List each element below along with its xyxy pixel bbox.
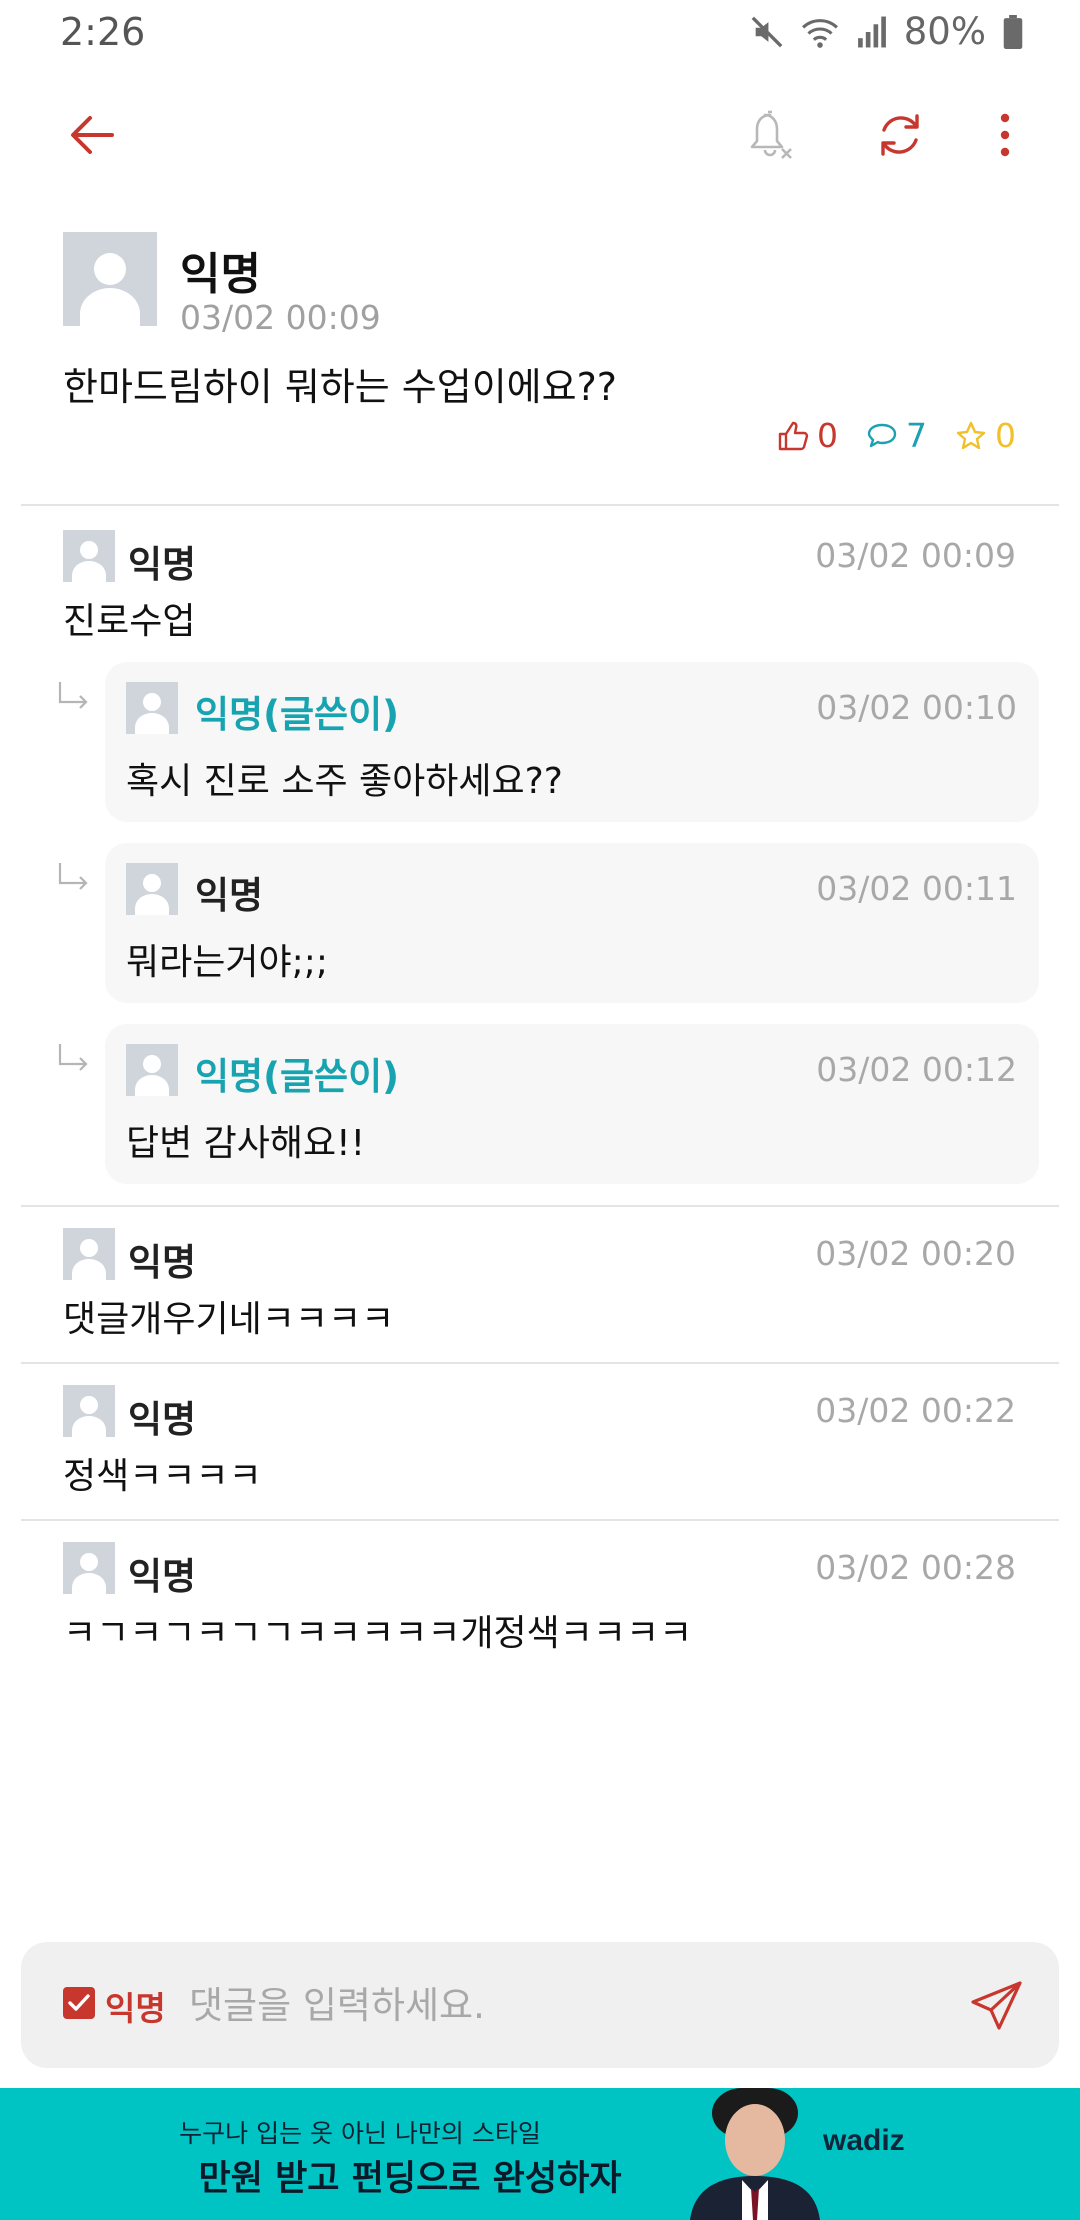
post-body: 한마드림하이 뭐하는 수업이에요??: [63, 365, 617, 409]
avatar: [126, 863, 178, 915]
avatar: [63, 232, 157, 326]
divider: [21, 504, 1059, 506]
comment-input[interactable]: [189, 1972, 949, 2038]
reply-body: 혹시 진로 소주 좋아하세요??: [126, 761, 563, 802]
reply-arrow-icon: [58, 1044, 88, 1071]
app-bar: [0, 80, 1080, 190]
anonymous-label[interactable]: 익명: [105, 1982, 166, 2030]
comment-input-bar: 익명: [21, 1942, 1059, 2068]
comment-date: 03/02 00:22: [815, 1391, 1016, 1430]
like-button[interactable]: 0: [777, 416, 838, 455]
back-button[interactable]: [52, 95, 132, 175]
comment-author: 익명: [128, 1555, 197, 1598]
post-author: 익명: [180, 249, 261, 300]
reply-date: 03/02 00:10: [816, 688, 1017, 727]
arrow-left-icon: [71, 116, 114, 154]
more-vertical-icon: [1000, 113, 1010, 157]
scrap-count: 0: [995, 416, 1016, 455]
reply-author: 익명(글쓴이): [195, 693, 400, 736]
signal-icon: [857, 16, 886, 47]
more-options-button[interactable]: [965, 95, 1045, 175]
comment-author: 익명: [128, 1398, 197, 1441]
refresh-button[interactable]: [860, 95, 940, 175]
reply-arrow-icon: [58, 682, 88, 709]
reply-body: 뭐라는거야;;;: [126, 942, 328, 983]
ad-brand-logo: wadiz: [823, 2124, 905, 2157]
divider: [21, 1205, 1059, 1207]
reply-arrow-icon: [58, 863, 88, 890]
mute-icon: [751, 16, 783, 47]
avatar: [126, 682, 178, 734]
post-stats: 0 7 0: [777, 416, 1016, 455]
reply-date: 03/02 00:11: [816, 869, 1017, 908]
ad-banner[interactable]: 누구나 입는 옷 아닌 나만의 스타일 만원 받고 펀딩으로 완성하자 wadi…: [0, 2088, 1080, 2220]
bell-off-icon: [750, 110, 792, 159]
comment-body: 진로수업: [63, 601, 196, 642]
speech-bubble-icon: [867, 423, 897, 447]
like-count: 0: [817, 416, 838, 455]
comment-count-indicator: 7: [866, 416, 927, 455]
avatar: [63, 1385, 115, 1437]
battery-icon: [1003, 14, 1023, 49]
reply-author: 익명: [195, 874, 264, 917]
divider: [21, 1362, 1059, 1364]
paper-plane-icon: [971, 1981, 1022, 2030]
comment-body: ㅋㄱㅋㄱㅋㄱㄱㅋㅋㅋㅋㅋ개정색ㅋㅋㅋㅋ: [63, 1613, 693, 1654]
comment-date: 03/02 00:20: [815, 1234, 1016, 1273]
post-date: 03/02 00:09: [180, 298, 381, 337]
thumbs-up-icon: [778, 421, 809, 450]
status-bar: 2:26 80%: [0, 0, 1080, 66]
reply-date: 03/02 00:12: [816, 1050, 1017, 1089]
reply-body: 답변 감사해요!!: [126, 1123, 366, 1164]
avatar: [63, 530, 115, 582]
anonymous-checkbox[interactable]: [63, 1987, 95, 2019]
comment-date: 03/02 00:09: [815, 536, 1016, 575]
comment-body: 댓글개우기네ㅋㅋㅋㅋ: [63, 1299, 395, 1340]
comment-date: 03/02 00:28: [815, 1548, 1016, 1587]
avatar: [126, 1044, 178, 1096]
battery-percent: 80%: [903, 10, 986, 53]
send-button[interactable]: [969, 1978, 1025, 2034]
divider: [21, 1519, 1059, 1521]
avatar: [63, 1542, 115, 1594]
status-icons: 80%: [750, 10, 1024, 53]
star-icon: [956, 421, 986, 449]
ad-tagline: 누구나 입는 옷 아닌 나만의 스타일: [179, 2119, 541, 2148]
reply-author: 익명(글쓴이): [195, 1055, 400, 1098]
notification-toggle-button[interactable]: [732, 95, 812, 175]
comment-author: 익명: [128, 543, 197, 586]
status-time: 2:26: [60, 10, 146, 54]
scrap-button[interactable]: 0: [955, 416, 1016, 455]
wifi-icon: [801, 18, 838, 48]
refresh-icon: [881, 114, 919, 156]
checkmark-icon: [68, 1994, 90, 2011]
ad-model-image: [690, 2088, 820, 2220]
reply: 익명(글쓴이) 03/02 00:12 답변 감사해요!!: [58, 1024, 1039, 1184]
reply: 익명(글쓴이) 03/02 00:10 혹시 진로 소주 좋아하세요??: [58, 662, 1039, 822]
comment-author: 익명: [128, 1241, 197, 1284]
avatar: [63, 1228, 115, 1280]
comment-body: 정색ㅋㅋㅋㅋ: [63, 1456, 262, 1497]
reply: 익명 03/02 00:11 뭐라는거야;;;: [58, 843, 1039, 1003]
comment-count: 7: [906, 416, 927, 455]
